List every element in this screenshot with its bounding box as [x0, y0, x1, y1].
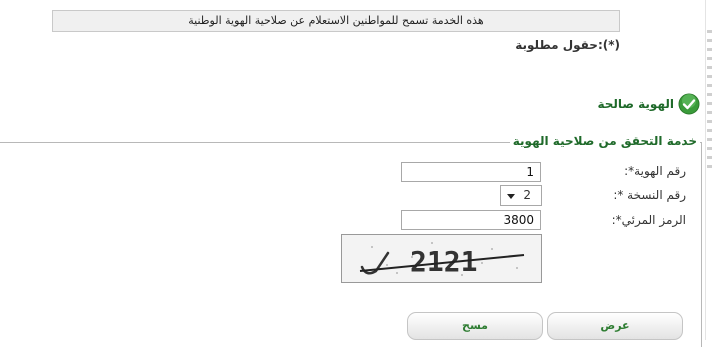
validity-status: الهوية صالحة: [597, 91, 700, 117]
view-button[interactable]: عرض: [547, 312, 683, 340]
version-select[interactable]: 2: [500, 185, 542, 206]
right-decoration: [707, 30, 712, 170]
checkmark-icon: [678, 93, 700, 115]
captcha-image: 2121: [341, 234, 542, 283]
service-info-banner: هذه الخدمة تسمح للمواطنين الاستعلام عن ص…: [52, 10, 620, 32]
fieldset-legend: خدمة التحقق من صلاحية الهوية: [509, 134, 700, 148]
id-number-label: رقم الهوية*:: [624, 164, 686, 178]
required-fields-note: (*):حقول مطلوبة: [515, 38, 620, 52]
clear-button[interactable]: مسح: [407, 312, 543, 340]
captcha-label: الرمز المرئي*:: [611, 213, 686, 227]
id-number-input[interactable]: 1: [401, 162, 541, 182]
captcha-input[interactable]: 3800: [401, 210, 541, 230]
validity-status-text: الهوية صالحة: [597, 97, 674, 111]
right-divider: [705, 0, 706, 340]
version-number-label: رقم النسخة *:: [613, 188, 686, 202]
version-select-value: 2: [523, 188, 531, 202]
chevron-down-icon: [507, 194, 515, 199]
